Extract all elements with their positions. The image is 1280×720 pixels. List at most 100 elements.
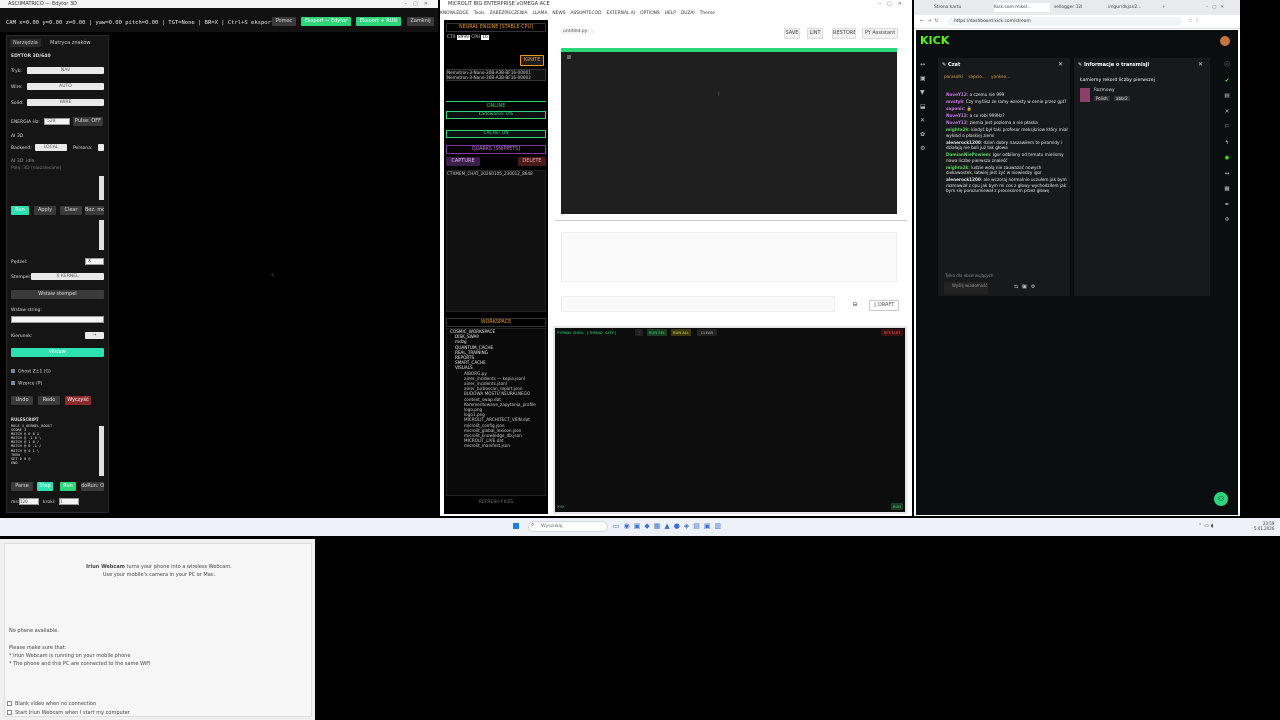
tab-kick[interactable]: Kick.com mikel... <box>994 3 1050 12</box>
chat-username[interactable]: DamianNiePowiem <box>946 152 990 157</box>
ghost-option[interactable]: Ghost Z±1 (G) <box>11 369 51 375</box>
energy-input[interactable]: 528 <box>44 118 70 125</box>
save-button[interactable]: SAVE <box>784 28 800 39</box>
tab-home[interactable]: Strona kartu <box>934 3 990 12</box>
expand-icon[interactable]: ↔ <box>1220 167 1234 183</box>
nav-settings-icon[interactable]: ⚙ <box>920 142 928 156</box>
list-item[interactable]: Nemotron-3-Nano-30B-A3B-BF16-00002 <box>447 75 545 80</box>
run-sel-button[interactable]: RUN SEL <box>647 329 667 336</box>
autorun-toggle[interactable]: doRun: O <box>81 482 104 491</box>
close-button[interactable]: Zamknij <box>407 17 434 26</box>
chat-username[interactable]: mighta2k <box>946 127 968 132</box>
menu-llama[interactable]: LLAMA <box>533 11 548 16</box>
export-editor-button[interactable]: Eksport → Edytor <box>301 17 351 26</box>
mode-select[interactable]: NAV <box>27 67 104 74</box>
rulescript-run-button[interactable]: Run <box>60 482 76 491</box>
check-icon[interactable]: ✔ <box>1220 74 1234 90</box>
puzzle-icon[interactable]: ✣ <box>1220 213 1234 229</box>
cpu-input[interactable]: 16 <box>481 35 489 40</box>
capture-button[interactable]: CAPTURE <box>446 157 480 166</box>
nav-mod-icon[interactable]: ▼ <box>920 86 928 100</box>
stamp-select[interactable]: X KERNEL <box>31 273 104 280</box>
parse-button[interactable]: Parse <box>11 482 33 491</box>
list-item[interactable]: CTXMEM_CHAT_20260105_230012_8648 <box>447 171 545 176</box>
splitter[interactable] <box>555 220 907 221</box>
ai-run-button[interactable]: Run <box>11 206 29 215</box>
window-controls[interactable]: –▢✕ <box>405 0 434 8</box>
chat-tools[interactable]: ⇆▣⚙ <box>1014 284 1039 290</box>
restore-button[interactable]: RESTORE <box>832 28 856 39</box>
chat-username[interactable]: saponic <box>946 106 964 111</box>
brush-input[interactable]: X <box>85 258 104 265</box>
kick-logo[interactable]: KICK <box>920 34 949 47</box>
shell-run-button[interactable]: RUN <box>891 503 903 510</box>
info-icon[interactable]: ⓘ <box>1220 58 1234 74</box>
chat-close-icon[interactable]: ✕ <box>1058 61 1063 68</box>
menu-theme[interactable]: Theme <box>700 11 715 16</box>
python-shell[interactable]: PYTHON SHELL [THREAD SAFE] ⋮ RUN SEL RUN… <box>553 326 907 514</box>
file-tab[interactable]: untitled.py <box>561 29 596 34</box>
layout-icon[interactable]: ▤ <box>1220 89 1234 105</box>
blank-video-checkbox[interactable] <box>7 701 12 706</box>
ai-apply-button[interactable]: Apply <box>34 206 56 215</box>
ms-input[interactable]: 120 <box>19 498 39 505</box>
pulse-toggle[interactable]: Pulse: OFF <box>73 117 103 126</box>
window-controls[interactable]: –▢✕ <box>879 0 908 8</box>
autostart-checkbox[interactable] <box>7 710 12 715</box>
close-icon[interactable]: ✕ <box>1220 105 1234 121</box>
ai-scrollbar[interactable] <box>99 176 104 200</box>
py-assistant-button[interactable]: PY Assistant <box>862 28 898 39</box>
supporter-3[interactable]: yankee... <box>991 74 1010 79</box>
snippet-list[interactable]: CTXMEM_CHAT_20260105_230012_8648 <box>446 170 546 312</box>
ctx-input[interactable]: 8999 <box>456 35 470 40</box>
shell-option-icon[interactable]: ⋮ <box>635 329 643 336</box>
autostart-option[interactable]: Start Iriun Webcam when I start my compu… <box>7 710 130 716</box>
avatar[interactable] <box>1220 36 1230 46</box>
persona-select[interactable] <box>98 144 104 151</box>
backend-select[interactable]: LOCAL <box>35 144 67 151</box>
new-tab-icon[interactable]: + <box>1162 3 1170 12</box>
menu-knowledge[interactable]: KNOWLEDGE <box>440 11 469 16</box>
menu-news[interactable]: NEWS <box>552 11 565 16</box>
export-run-button[interactable]: Eksport + RUN <box>356 17 401 26</box>
menu-duzai[interactable]: DUZAI <box>681 11 695 16</box>
supporter-2[interactable]: sapcio... <box>968 74 985 79</box>
prompt-scrollbar[interactable] <box>99 220 104 250</box>
url-input[interactable]: https://dashboard.kick.com/stream <box>948 17 1182 26</box>
chat-bubble-icon[interactable]: ◉ <box>1220 151 1234 167</box>
direction-select[interactable]: → <box>85 332 104 339</box>
search-box[interactable]: Wyszukaj <box>528 521 608 532</box>
blank-video-option[interactable]: Blank video when no connection <box>7 701 96 707</box>
draft-button[interactable]: ▯ DRAFT <box>869 300 899 311</box>
ignite-button[interactable]: IGNITE <box>520 55 544 66</box>
menu-help[interactable]: HELP <box>665 11 676 16</box>
menu-options[interactable]: OPTIONS <box>640 11 660 16</box>
chat-username[interactable]: NoveY12 <box>946 92 967 97</box>
ghost-checkbox[interactable] <box>11 369 15 373</box>
help-button[interactable]: Pomoc <box>272 17 296 26</box>
menu-security[interactable]: ZABEZPIECZENIA <box>490 11 528 16</box>
menu-assumtecod[interactable]: ASSUMTECOD <box>571 11 602 16</box>
code-editor[interactable] <box>561 52 897 214</box>
rulescript-editor[interactable]: RULE X_KERNEL_BOOST SCORE 3 MATCH @ 0 0 … <box>11 424 52 465</box>
step-button[interactable]: Step <box>37 482 53 491</box>
supporter-1[interactable]: parasolki <box>944 74 963 79</box>
pinned-apps[interactable]: ▭◉▣◆▦▲●◈▤▣▥ <box>613 522 725 530</box>
model-list[interactable]: Nemotron-3-Nano-30B-A3B-BF16-00001 Nemot… <box>446 69 546 82</box>
window-controls[interactable]: –▢✕ <box>1206 3 1236 12</box>
restart-button[interactable]: RESTART <box>881 329 903 336</box>
clear-shell-button[interactable]: CLEAR <box>697 329 717 336</box>
chat-username[interactable]: mvstyk <box>946 99 963 104</box>
workspace-tree[interactable]: COSMIC_WORKSPACE DISK_SWAP mdzg QUANTUM_CAC… <box>446 328 546 496</box>
chat-username[interactable]: NoveY12 <box>946 113 967 118</box>
minus-icon[interactable]: ⊖ <box>850 300 860 309</box>
steps-input[interactable]: 1 <box>59 498 79 505</box>
output-area[interactable] <box>561 232 897 282</box>
run-all-button[interactable]: RUN ALL <box>671 329 691 336</box>
tab-sellogger[interactable]: sellogger 12l <box>1054 3 1104 12</box>
bolt-icon[interactable]: ϟ <box>1220 136 1234 152</box>
grid-icon[interactable]: ▦ <box>1220 182 1234 198</box>
tools-icon[interactable]: ✒ <box>1220 198 1234 214</box>
clear-all-button[interactable]: Wyczyść <box>65 396 91 405</box>
insert-button[interactable]: Wstaw <box>11 348 104 357</box>
